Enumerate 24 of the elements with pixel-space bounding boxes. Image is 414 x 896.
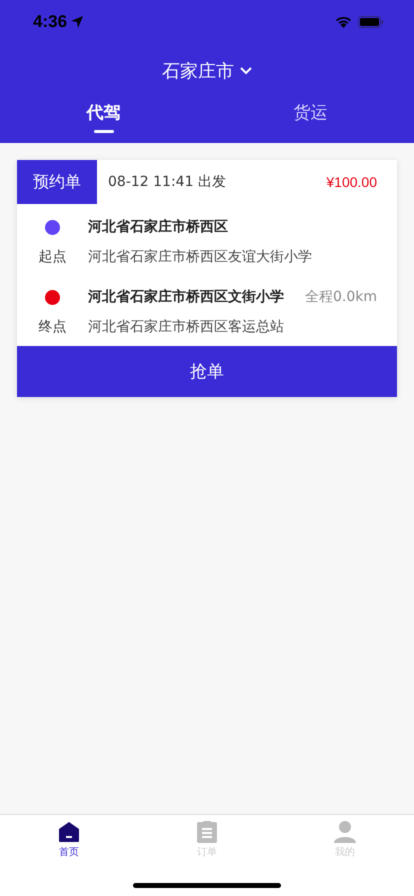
clipboard-icon	[197, 821, 217, 843]
status-time: 4:36	[33, 12, 68, 32]
stop-address: 河北省石家庄市桥西区友谊大街小学	[88, 248, 313, 266]
home-icon	[58, 821, 80, 843]
price: ¥100.00	[326, 174, 378, 190]
stop-title: 河北省石家庄市桥西区文街小学	[88, 288, 285, 306]
location-arrow-icon	[71, 16, 84, 28]
departure-time: 08-12 11:41 出发	[107, 173, 227, 191]
battery-icon	[358, 16, 384, 28]
stop-title: 河北省石家庄市桥西区	[88, 218, 229, 236]
tab[interactable]: 货运	[207, 97, 414, 143]
chevron-down-icon	[240, 67, 252, 75]
tab-underline	[94, 130, 114, 133]
city-selector[interactable]: 石家庄市	[162, 57, 252, 85]
order-type-badge: 预约单	[17, 160, 97, 204]
distance: 全程0.0km	[304, 288, 378, 306]
grab-order-button[interactable]: 抢单	[17, 346, 397, 397]
stop-address: 河北省石家庄市桥西区客运总站	[88, 318, 285, 336]
stop-label: 终点	[38, 318, 68, 336]
tab[interactable]: 代驾	[0, 97, 207, 143]
stop-label: 起点	[38, 248, 68, 266]
wifi-icon	[335, 16, 352, 28]
person-icon	[334, 821, 356, 843]
tab-bar-item[interactable]: 首页	[0, 815, 138, 860]
